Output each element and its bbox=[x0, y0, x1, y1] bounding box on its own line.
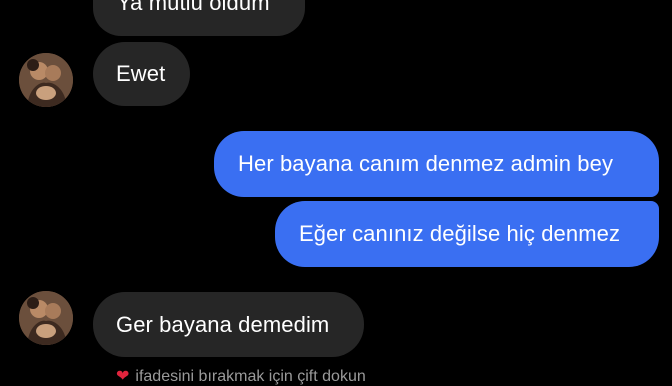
reaction-hint: ❤ ifadesini bırakmak için çift dokun bbox=[116, 366, 366, 386]
reaction-hint-text: ifadesini bırakmak için çift dokun bbox=[135, 368, 366, 385]
avatar-image bbox=[19, 53, 73, 107]
message-bubble-incoming[interactable]: Ya mutlu oldum bbox=[93, 0, 305, 36]
message-text: Ewet bbox=[116, 61, 166, 86]
message-bubble-outgoing[interactable]: Eğer canınız değilse hiç denmez bbox=[275, 201, 659, 267]
message-bubble-incoming[interactable]: Ewet bbox=[93, 42, 190, 106]
message-text: Eğer canınız değilse hiç denmez bbox=[299, 221, 621, 246]
message-text: Her bayana canım denmez admin bey bbox=[238, 151, 614, 176]
contact-avatar[interactable] bbox=[19, 53, 73, 107]
message-bubble-outgoing[interactable]: Her bayana canım denmez admin bey bbox=[214, 131, 659, 197]
message-text: Ya mutlu oldum bbox=[117, 0, 270, 15]
avatar-image bbox=[19, 291, 73, 345]
heart-icon: ❤ bbox=[116, 368, 130, 385]
message-bubble-incoming[interactable]: Ger bayana demedim bbox=[93, 292, 364, 357]
message-text: Ger bayana demedim bbox=[116, 311, 330, 337]
contact-avatar[interactable] bbox=[19, 291, 73, 345]
